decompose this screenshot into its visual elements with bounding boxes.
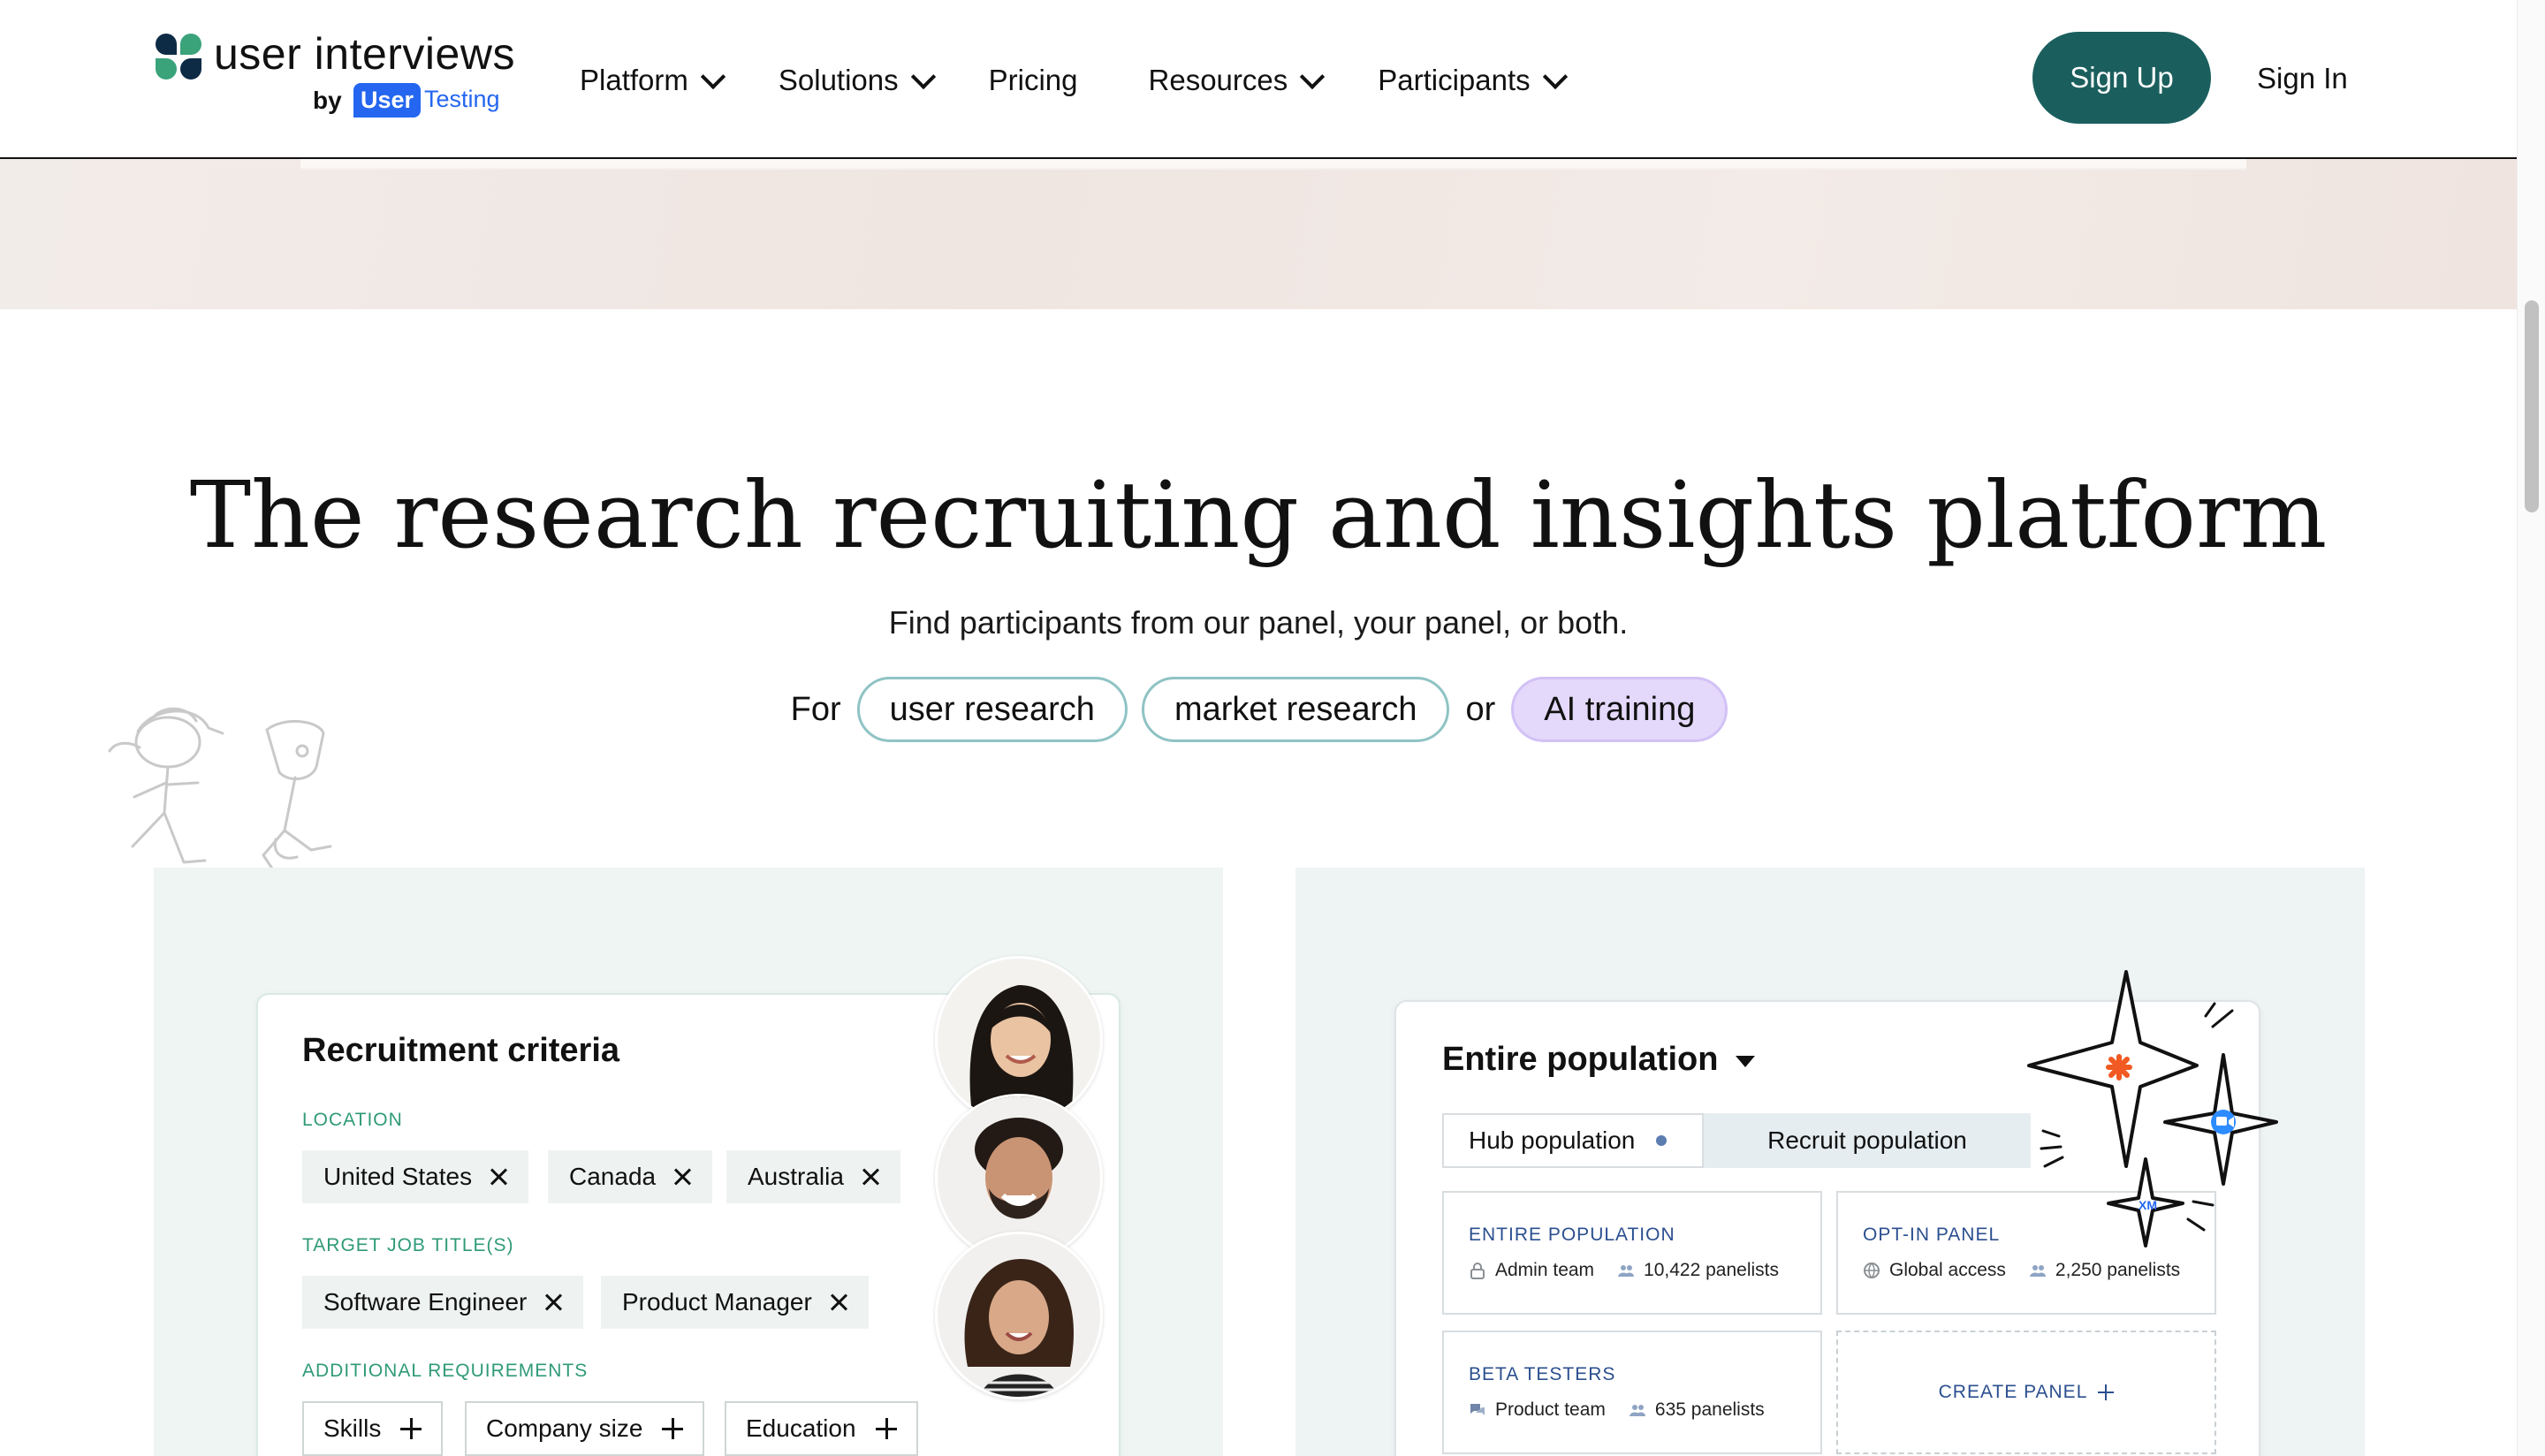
nav-label: Participants bbox=[1378, 64, 1531, 96]
job-title-tag[interactable]: Software Engineer bbox=[302, 1276, 584, 1329]
panel-title: OPT-IN PANEL bbox=[1863, 1225, 2001, 1245]
sign-up-button[interactable]: Sign Up bbox=[2032, 32, 2211, 124]
job-title-tag[interactable]: Product Manager bbox=[601, 1276, 869, 1329]
page-scrollbar[interactable] bbox=[2517, 0, 2545, 1456]
tag-label: United States bbox=[323, 1163, 473, 1190]
tag-label: Australia bbox=[748, 1163, 844, 1190]
panel-count: 10,422 panelists bbox=[1644, 1260, 1779, 1280]
segment-recruit-population[interactable]: Recruit population bbox=[1704, 1113, 2031, 1168]
tag-label: Software Engineer bbox=[323, 1288, 528, 1316]
create-panel-label: CREATE PANEL bbox=[1938, 1382, 2088, 1402]
location-label: LOCATION bbox=[302, 1110, 403, 1130]
people-icon bbox=[1618, 1265, 1635, 1277]
panel-count: 635 panelists bbox=[1654, 1399, 1765, 1420]
create-panel-button[interactable]: CREATE PANEL bbox=[1836, 1331, 2216, 1454]
page: user interviews by User Testing Platform… bbox=[0, 0, 2517, 1456]
nav-resources[interactable]: Resources bbox=[1148, 58, 1326, 102]
scrollbar-thumb[interactable] bbox=[2525, 300, 2539, 512]
panel-owner: Admin team bbox=[1495, 1260, 1595, 1280]
xm-logo-label: XM bbox=[2139, 1198, 2157, 1212]
chevron-down-icon bbox=[910, 64, 936, 90]
logo-user-badge: User bbox=[353, 83, 422, 118]
close-icon[interactable] bbox=[490, 1168, 507, 1186]
panel-card-beta-testers[interactable]: BETA TESTERS Product team 635 panelists bbox=[1442, 1331, 1822, 1454]
location-tag[interactable]: United States bbox=[302, 1150, 529, 1203]
for-word: For bbox=[790, 690, 841, 728]
plus-icon bbox=[875, 1418, 897, 1439]
add-requirement-button[interactable]: Skills bbox=[302, 1401, 444, 1456]
additional-requirements-label: ADDITIONAL REQUIREMENTS bbox=[302, 1361, 589, 1381]
card-title: Recruitment criteria bbox=[302, 1032, 620, 1069]
panel-owner: Global access bbox=[1889, 1260, 2006, 1280]
nav-label: Resources bbox=[1148, 64, 1288, 96]
panel-meta: Product team 635 panelists bbox=[1469, 1399, 1765, 1421]
panel-card-entire-population[interactable]: ENTIRE POPULATION Admin team 10,422 pane… bbox=[1442, 1191, 1822, 1315]
plus-icon bbox=[662, 1418, 684, 1439]
band-card-edge bbox=[300, 157, 2246, 170]
close-icon[interactable] bbox=[673, 1168, 691, 1186]
logo-by: by bbox=[313, 87, 342, 114]
plus-icon bbox=[400, 1418, 422, 1439]
pill-user-research[interactable]: user research bbox=[856, 677, 1128, 742]
segment-label: Hub population bbox=[1469, 1126, 1636, 1154]
avatar bbox=[935, 1232, 1103, 1399]
nav-pricing[interactable]: Pricing bbox=[989, 58, 1078, 102]
logo-testing: Testing bbox=[424, 86, 500, 112]
people-icon bbox=[2029, 1265, 2046, 1277]
caret-down-icon bbox=[1736, 1056, 1756, 1067]
hero-image-band bbox=[0, 157, 2517, 309]
hero-subtitle: Find participants from our panel, your p… bbox=[888, 604, 1629, 641]
pill-ai-training[interactable]: AI training bbox=[1511, 677, 1728, 742]
logo-text: user interviews bbox=[214, 29, 515, 79]
job-title-label: TARGET JOB TITLE(S) bbox=[302, 1235, 514, 1255]
sign-in-link[interactable]: Sign In bbox=[2257, 62, 2348, 95]
location-tag[interactable]: Australia bbox=[726, 1150, 900, 1203]
population-segmented-control: Hub population Recruit population bbox=[1442, 1113, 2031, 1168]
chevron-down-icon bbox=[700, 64, 726, 90]
population-dropdown[interactable]: Entire population bbox=[1442, 1041, 1756, 1079]
nav-participants[interactable]: Participants bbox=[1378, 58, 1568, 102]
nav-solutions[interactable]: Solutions bbox=[778, 58, 936, 102]
site-header: user interviews by User Testing Platform… bbox=[0, 0, 2517, 159]
add-requirement-button[interactable]: Education bbox=[725, 1401, 918, 1456]
or-word: or bbox=[1465, 690, 1496, 728]
nav-label: Solutions bbox=[778, 64, 899, 96]
chevron-down-icon bbox=[1542, 64, 1568, 90]
logo[interactable]: user interviews by User Testing bbox=[156, 29, 527, 127]
chevron-down-icon bbox=[1300, 64, 1326, 90]
page-title: The research recruiting and insights pla… bbox=[189, 461, 2328, 569]
add-requirement-button[interactable]: Company size bbox=[465, 1401, 705, 1456]
walking-figures-illustration bbox=[108, 707, 332, 873]
panel-meta: Admin team 10,422 panelists bbox=[1469, 1260, 1779, 1281]
nav-label: Platform bbox=[580, 64, 688, 96]
tag-label: Canada bbox=[569, 1163, 657, 1190]
pill-market-research[interactable]: market research bbox=[1141, 677, 1450, 742]
people-icon bbox=[1629, 1405, 1645, 1416]
close-icon[interactable] bbox=[830, 1293, 847, 1311]
button-label: Education bbox=[746, 1414, 856, 1442]
tag-label: Product Manager bbox=[622, 1288, 812, 1316]
close-icon[interactable] bbox=[544, 1293, 562, 1311]
dropdown-label: Entire population bbox=[1442, 1041, 1719, 1078]
segment-hub-population[interactable]: Hub population bbox=[1442, 1113, 1704, 1168]
status-dot-icon bbox=[1656, 1135, 1668, 1146]
lock-icon bbox=[1470, 1263, 1485, 1279]
panel-title: BETA TESTERS bbox=[1469, 1364, 1616, 1384]
panel-title: ENTIRE POPULATION bbox=[1469, 1225, 1675, 1245]
globe-icon bbox=[1864, 1263, 1880, 1279]
asterisk-logo-icon bbox=[2106, 1054, 2132, 1081]
nav-label: Pricing bbox=[988, 64, 1078, 96]
chat-icon bbox=[1470, 1404, 1485, 1415]
close-icon[interactable] bbox=[862, 1168, 879, 1186]
location-tag[interactable]: Canada bbox=[548, 1150, 713, 1203]
button-label: Company size bbox=[486, 1414, 643, 1442]
nav-platform[interactable]: Platform bbox=[580, 58, 726, 102]
logo-mark-icon bbox=[156, 34, 201, 80]
plus-icon bbox=[2098, 1384, 2115, 1400]
create-panel-label-row: CREATE PANEL bbox=[1838, 1332, 2215, 1452]
button-label: Skills bbox=[323, 1414, 382, 1442]
panel-owner: Product team bbox=[1495, 1399, 1606, 1420]
integration-starbursts-illustration: XM bbox=[2027, 970, 2278, 1247]
main-nav: Platform Solutions Pricing Resources Par… bbox=[580, 58, 1621, 102]
